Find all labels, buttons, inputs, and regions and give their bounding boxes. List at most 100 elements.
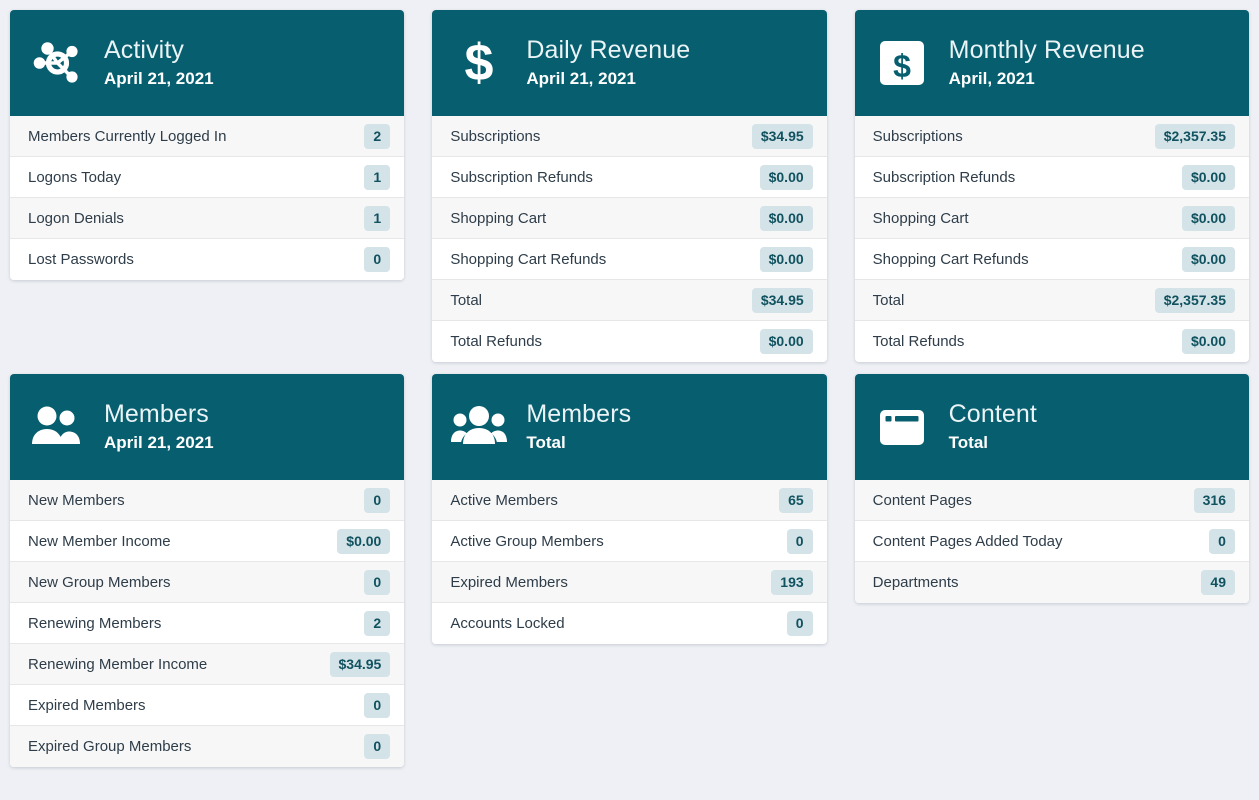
stat-label: Expired Members (28, 696, 146, 714)
stat-badge: 0 (364, 487, 391, 513)
stat-label: Active Group Members (450, 532, 604, 550)
stat-row: Shopping Cart Refunds $0.00 (854, 239, 1249, 280)
dollar-sign-icon: $ (450, 34, 508, 92)
stat-row: Accounts Locked 0 (432, 603, 827, 644)
stat-label: Total (450, 291, 483, 309)
stat-row: Subscription Refunds $0.00 (854, 157, 1249, 198)
stat-label: Departments (872, 574, 959, 591)
stat-row: New Member Income $0.00 (10, 521, 405, 562)
stat-badge: 1 (364, 205, 391, 231)
stat-row: Renewing Members 2 (10, 603, 405, 644)
card-title: Members (526, 400, 632, 429)
stat-row: Active Group Members 0 (432, 521, 827, 562)
card-title: Members (104, 400, 209, 429)
card-title: Monthly Revenue (948, 36, 1145, 65)
stat-label: Subscriptions (450, 127, 541, 145)
stat-label: Subscriptions (872, 127, 963, 145)
stat-row: Subscription Refunds $0.00 (432, 157, 827, 198)
card-members-total: Members Total Active Members 65 Active Group… (432, 374, 827, 644)
card-rows-members-daily: New Members 0 New Member Income $0.00 New Gr… (10, 480, 405, 767)
card-rows-monthly-revenue: Subscriptions $2,357.35 Subscription Refun… (854, 116, 1249, 362)
card-header-text: Members April 21, 2021 (104, 399, 214, 454)
stat-row: Renewing Member Income $34.95 (10, 644, 405, 685)
svg-text:$: $ (465, 35, 494, 91)
card-activity: Activity April 21, 2021 Members Currently … (10, 10, 405, 280)
card-rows-activity: Members Currently Logged In 2 Logons Today… (10, 116, 405, 280)
card-header-text: Activity April 21, 2021 (104, 35, 214, 90)
card-monthly-revenue: $ Monthly Revenue April, 2021 Subscriptions… (854, 10, 1249, 362)
stat-row: Shopping Cart Refunds $0.00 (432, 239, 827, 280)
stat-label: Shopping Cart (450, 209, 547, 227)
stat-badge: $34.95 (329, 651, 391, 677)
card-header-monthly-revenue: $ Monthly Revenue April, 2021 (854, 10, 1249, 116)
stat-badge: $0.00 (759, 205, 813, 231)
stat-badge: $0.00 (337, 528, 391, 554)
two-people-icon (28, 398, 86, 456)
network-hub-icon (28, 34, 86, 92)
stat-badge: $0.00 (759, 329, 813, 354)
stat-badge: 0 (786, 528, 813, 554)
stat-badge: 0 (1209, 528, 1235, 554)
stat-row: Total Refunds $0.00 (432, 321, 827, 362)
stat-label: Expired Group Members (28, 738, 192, 755)
stat-label: Members Currently Logged In (28, 127, 227, 145)
stat-row: Content Pages Added Today 0 (854, 521, 1249, 562)
stat-row: Content Pages 316 (854, 480, 1249, 521)
stat-label: Logon Denials (28, 209, 124, 227)
stat-label: Content Pages Added Today (872, 532, 1063, 550)
stat-row: Total Refunds $0.00 (854, 321, 1249, 362)
stat-label: Lost Passwords (28, 251, 134, 268)
stat-label: Logons Today (28, 168, 122, 186)
three-people-group-icon (450, 398, 508, 456)
stat-badge: $34.95 (751, 123, 813, 149)
card-subtitle: April 21, 2021 (526, 68, 636, 88)
stat-badge: $0.00 (759, 246, 813, 272)
card-rows-members-total: Active Members 65 Active Group Members 0 Exp… (432, 480, 827, 644)
stat-row: Total $34.95 (432, 280, 827, 321)
stat-badge: 316 (1193, 487, 1235, 513)
stat-badge: $0.00 (759, 164, 813, 190)
browser-window-icon (873, 398, 931, 456)
card-header-text: Content Total (949, 399, 1037, 454)
stat-label: Total Refunds (872, 333, 965, 350)
card-header-text: Members Total (526, 399, 631, 454)
stat-label: Shopping Cart Refunds (872, 250, 1029, 268)
dashboard-grid: Activity April 21, 2021 Members Currently … (0, 0, 1259, 767)
stat-row: Subscriptions $34.95 (432, 116, 827, 157)
stat-badge: $0.00 (1181, 205, 1235, 231)
card-header-content: Content Total (854, 374, 1249, 480)
stat-badge: 1 (364, 164, 391, 190)
dollar-square-icon: $ (873, 34, 931, 92)
stat-row: Total $2,357.35 (854, 280, 1249, 321)
stat-label: New Members (28, 491, 125, 509)
stat-row: New Group Members 0 (10, 562, 405, 603)
stat-badge: $0.00 (1181, 246, 1235, 272)
stat-label: Renewing Members (28, 614, 162, 632)
stat-row: Expired Members 0 (10, 685, 405, 726)
stat-badge: 0 (364, 734, 391, 759)
stat-badge: $2,357.35 (1154, 287, 1235, 313)
card-header-members-daily: Members April 21, 2021 (10, 374, 405, 480)
stat-badge: $0.00 (1181, 329, 1235, 354)
stat-label: Shopping Cart (872, 209, 969, 227)
svg-text:$: $ (893, 48, 911, 84)
stat-badge: 2 (364, 123, 391, 149)
card-daily-revenue: $ Daily Revenue April 21, 2021 Subscription… (432, 10, 827, 362)
stat-row: Expired Members 193 (432, 562, 827, 603)
card-subtitle: April, 2021 (948, 68, 1035, 88)
card-subtitle: April 21, 2021 (104, 432, 214, 452)
stat-label: Subscription Refunds (450, 168, 593, 186)
stat-row: Lost Passwords 0 (10, 239, 405, 280)
stat-label: New Group Members (28, 573, 171, 591)
stat-badge: 2 (364, 610, 391, 636)
stat-row: Shopping Cart $0.00 (854, 198, 1249, 239)
card-header-activity: Activity April 21, 2021 (10, 10, 405, 116)
stat-row: Members Currently Logged In 2 (10, 116, 405, 157)
stat-badge: 0 (364, 692, 391, 718)
stat-label: Accounts Locked (450, 615, 565, 632)
card-header-text: Daily Revenue April 21, 2021 (526, 35, 690, 90)
card-subtitle: Total (526, 432, 566, 452)
stat-badge: 0 (786, 611, 813, 636)
stat-badge: $34.95 (751, 287, 813, 313)
card-members-daily: Members April 21, 2021 New Members 0 New Mem… (10, 374, 405, 767)
